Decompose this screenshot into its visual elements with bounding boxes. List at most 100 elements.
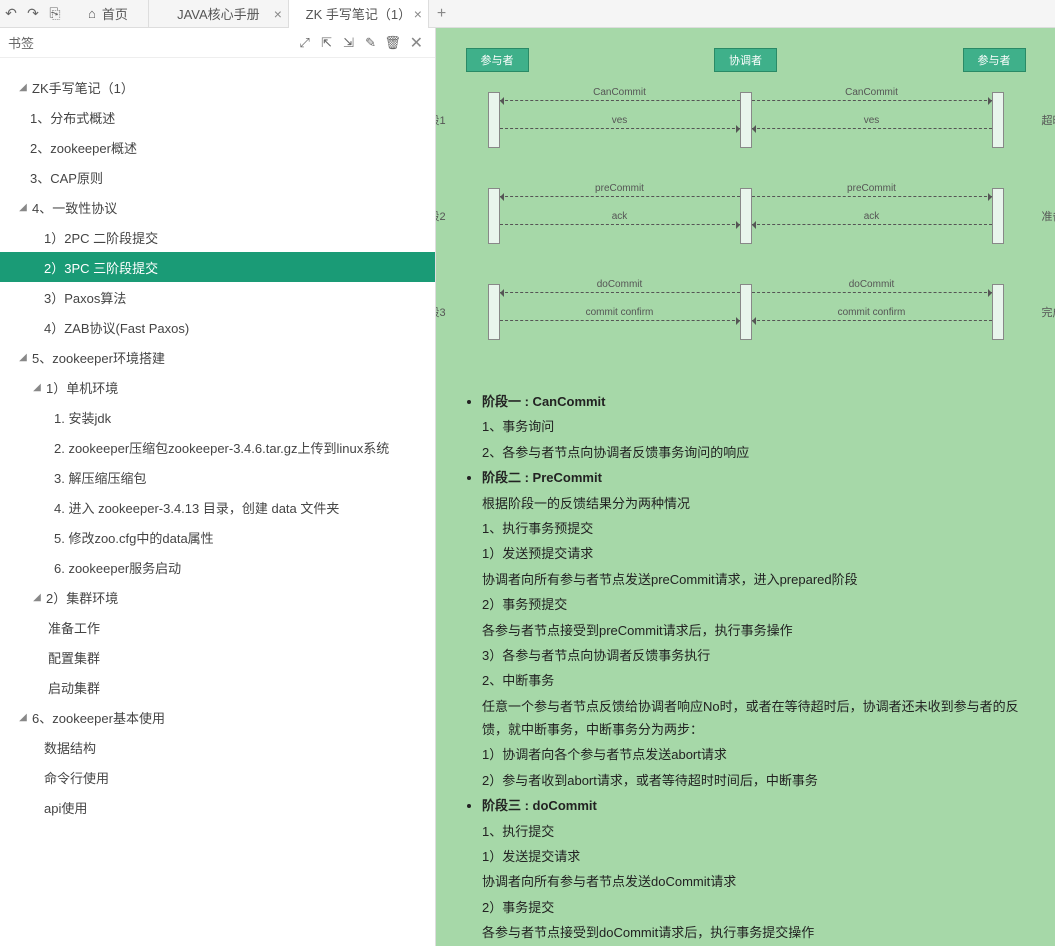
phase-note: 准备提交 — [1042, 208, 1055, 224]
redo-icon[interactable]: ↷ — [22, 3, 44, 25]
outline-label: 2、zookeeper概述 — [30, 138, 137, 157]
outline-item[interactable]: 2. zookeeper压缩包zookeeper-3.4.6.tar.gz上传到… — [0, 432, 435, 462]
expand-icon[interactable]: ⤢ — [294, 32, 316, 54]
tab-home-label: 首页 — [102, 4, 128, 23]
article-body: 阶段一 : CanCommit 1、事务询问 2、各参与者节点向协调者反馈事务询… — [436, 390, 1055, 946]
phase-note: 超时中断 — [1042, 112, 1055, 128]
caret-icon[interactable]: ◢ — [16, 202, 30, 213]
message-arrow: ack — [752, 224, 992, 225]
tab-home[interactable]: ⌂ 首页 — [76, 0, 149, 28]
text: 协调者向所有参与者节点发送preCommit请求，进入prepared阶段 — [482, 568, 1035, 591]
text: 1）协调者向各个参与者节点发送abort请求 — [482, 743, 1035, 766]
document-tab[interactable]: JAVA核心手册× — [149, 0, 289, 28]
outline-item[interactable]: 6. zookeeper服务启动 — [0, 552, 435, 582]
message-label: preCommit — [500, 183, 740, 194]
outline-item[interactable]: 4. 进入 zookeeper-3.4.13 目录，创建 data 文件夹 — [0, 492, 435, 522]
message-arrow: commit confirm — [500, 320, 740, 321]
message-arrow: CanCommit — [752, 100, 992, 101]
home-icon: ⌂ — [88, 6, 96, 21]
outline-label: 2）3PC 三阶段提交 — [44, 258, 158, 277]
outline-folder[interactable]: ◢ZK手写笔记（1） — [0, 72, 435, 102]
message-label: doCommit — [500, 279, 740, 290]
outline-label: 5. 修改zoo.cfg中的data属性 — [54, 528, 214, 547]
outline-folder[interactable]: ◢2）集群环境 — [0, 582, 435, 612]
message-label: ack — [752, 211, 992, 222]
caret-icon[interactable]: ◢ — [30, 382, 44, 393]
outline-label: 3、CAP原则 — [30, 168, 103, 187]
outline-label: api使用 — [44, 798, 87, 817]
outline-item[interactable]: 5. 修改zoo.cfg中的data属性 — [0, 522, 435, 552]
outline-label: 4）ZAB协议(Fast Paxos) — [44, 318, 189, 337]
message-arrow: doCommit — [752, 292, 992, 293]
text: 1、执行提交 — [482, 820, 1035, 843]
message-arrow: commit confirm — [752, 320, 992, 321]
outline-item[interactable]: 4）ZAB协议(Fast Paxos) — [0, 312, 435, 342]
outline-label: 2）集群环境 — [46, 588, 118, 607]
content-area: 参与者协调者参与者阶段1超时中断CanCommitCanCommitvesves… — [436, 28, 1055, 946]
caret-icon[interactable]: ◢ — [16, 712, 30, 723]
outline-item[interactable]: 准备工作 — [0, 612, 435, 642]
outline-label: 3. 解压缩压缩包 — [54, 468, 146, 487]
collapse-icon[interactable]: ⇱ — [316, 32, 338, 54]
text: 2）事务预提交 — [482, 593, 1035, 616]
text: 2）参与者收到abort请求，或者等待超时时间后，中断事务 — [482, 769, 1035, 792]
outline-label: 2. zookeeper压缩包zookeeper-3.4.6.tar.gz上传到… — [54, 438, 389, 457]
outline-folder[interactable]: ◢1）单机环境 — [0, 372, 435, 402]
outline-folder[interactable]: ◢5、zookeeper环境搭建 — [0, 342, 435, 372]
outline-item[interactable]: 3）Paxos算法 — [0, 282, 435, 312]
save-icon[interactable]: ⎘ — [44, 3, 66, 25]
message-label: commit confirm — [752, 307, 992, 318]
outline-tree: ◢ZK手写笔记（1）1、分布式概述2、zookeeper概述3、CAP原则◢4、… — [0, 58, 435, 946]
outline-label: 配置集群 — [48, 648, 100, 667]
outline-label: ZK手写笔记（1） — [32, 78, 134, 97]
message-label: CanCommit — [500, 87, 740, 98]
text: 1、执行事务预提交 — [482, 517, 1035, 540]
tab-bar: ↶ ↷ ⎘ ⌂ 首页 JAVA核心手册×ZK 手写笔记（1）× + — [0, 0, 1055, 28]
message-arrow: preCommit — [752, 196, 992, 197]
message-arrow: CanCommit — [500, 100, 740, 101]
outline-label: 命令行使用 — [44, 768, 109, 787]
delete-icon[interactable]: 🗑 — [382, 32, 404, 54]
text: 1）发送预提交请求 — [482, 542, 1035, 565]
close-tab-icon[interactable]: × — [414, 6, 422, 22]
message-arrow: ves — [752, 128, 992, 129]
add-tab-button[interactable]: + — [429, 5, 454, 23]
outline-item[interactable]: 2、zookeeper概述 — [0, 132, 435, 162]
phase3-heading: 阶段三 : doCommit — [482, 798, 597, 813]
caret-icon[interactable]: ◢ — [30, 592, 44, 603]
tab-label: ZK 手写笔记（1） — [306, 4, 411, 23]
outline-folder[interactable]: ◢4、一致性协议 — [0, 192, 435, 222]
caret-icon[interactable]: ◢ — [16, 352, 30, 363]
outline-item[interactable]: 3、CAP原则 — [0, 162, 435, 192]
outline-item[interactable]: api使用 — [0, 792, 435, 822]
outline-label: 6. zookeeper服务启动 — [54, 558, 181, 577]
phase-row: 阶段3完成提交doCommitdoCommitcommit confirmcom… — [466, 264, 1026, 360]
message-arrow: doCommit — [500, 292, 740, 293]
close-tab-icon[interactable]: × — [274, 6, 282, 22]
close-sidebar-icon[interactable]: ✕ — [404, 33, 429, 53]
outline-label: 准备工作 — [48, 618, 100, 637]
outline-item[interactable]: 3. 解压缩压缩包 — [0, 462, 435, 492]
outline-item[interactable]: 1. 安装jdk — [0, 402, 435, 432]
outline-item[interactable]: 数据结构 — [0, 732, 435, 762]
outline-item[interactable]: 1）2PC 二阶段提交 — [0, 222, 435, 252]
message-arrow: preCommit — [500, 196, 740, 197]
outline-item[interactable]: 启动集群 — [0, 672, 435, 702]
phase-row: 阶段1超时中断CanCommitCanCommitvesves — [466, 72, 1026, 168]
text: 2、中断事务 — [482, 669, 1035, 692]
outline-item[interactable]: 配置集群 — [0, 642, 435, 672]
outline-item[interactable]: 1、分布式概述 — [0, 102, 435, 132]
outline-label: 1）2PC 二阶段提交 — [44, 228, 158, 247]
document-tab[interactable]: ZK 手写笔记（1）× — [289, 0, 429, 28]
undo-icon[interactable]: ↶ — [0, 3, 22, 25]
phase-note: 完成提交 — [1042, 304, 1055, 320]
caret-icon[interactable]: ◢ — [16, 82, 30, 93]
outline-item[interactable]: 命令行使用 — [0, 762, 435, 792]
outline-label: 6、zookeeper基本使用 — [32, 708, 165, 727]
export-icon[interactable]: ⇲ — [338, 32, 360, 54]
outline-item[interactable]: 2）3PC 三阶段提交 — [0, 252, 435, 282]
phase1-heading: 阶段一 : CanCommit — [482, 394, 606, 409]
message-label: doCommit — [752, 279, 992, 290]
bookmark-add-icon[interactable]: ✎ — [360, 32, 382, 54]
outline-folder[interactable]: ◢6、zookeeper基本使用 — [0, 702, 435, 732]
